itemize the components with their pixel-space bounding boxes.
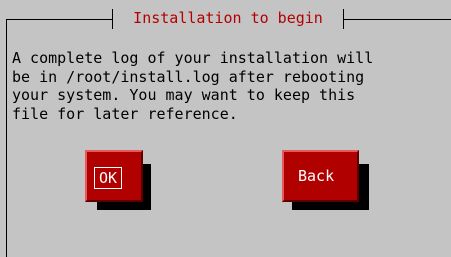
- back-button-label: Back: [298, 167, 335, 185]
- ok-button[interactable]: OK: [85, 150, 143, 202]
- dialog-title: Installation to begin: [133, 9, 323, 27]
- back-button[interactable]: Back: [282, 150, 359, 202]
- dialog-border-left: [6, 19, 7, 257]
- title-bracket-right: [343, 9, 344, 29]
- ok-button-label: OK: [94, 167, 123, 189]
- dialog-border-top-right: [344, 19, 451, 20]
- dialog-message: A complete log of your installation will…: [12, 49, 374, 123]
- installer-screen: Installation to begin A complete log of …: [0, 0, 451, 257]
- dialog-border-top-left: [6, 19, 112, 20]
- title-bracket-left: [112, 9, 113, 29]
